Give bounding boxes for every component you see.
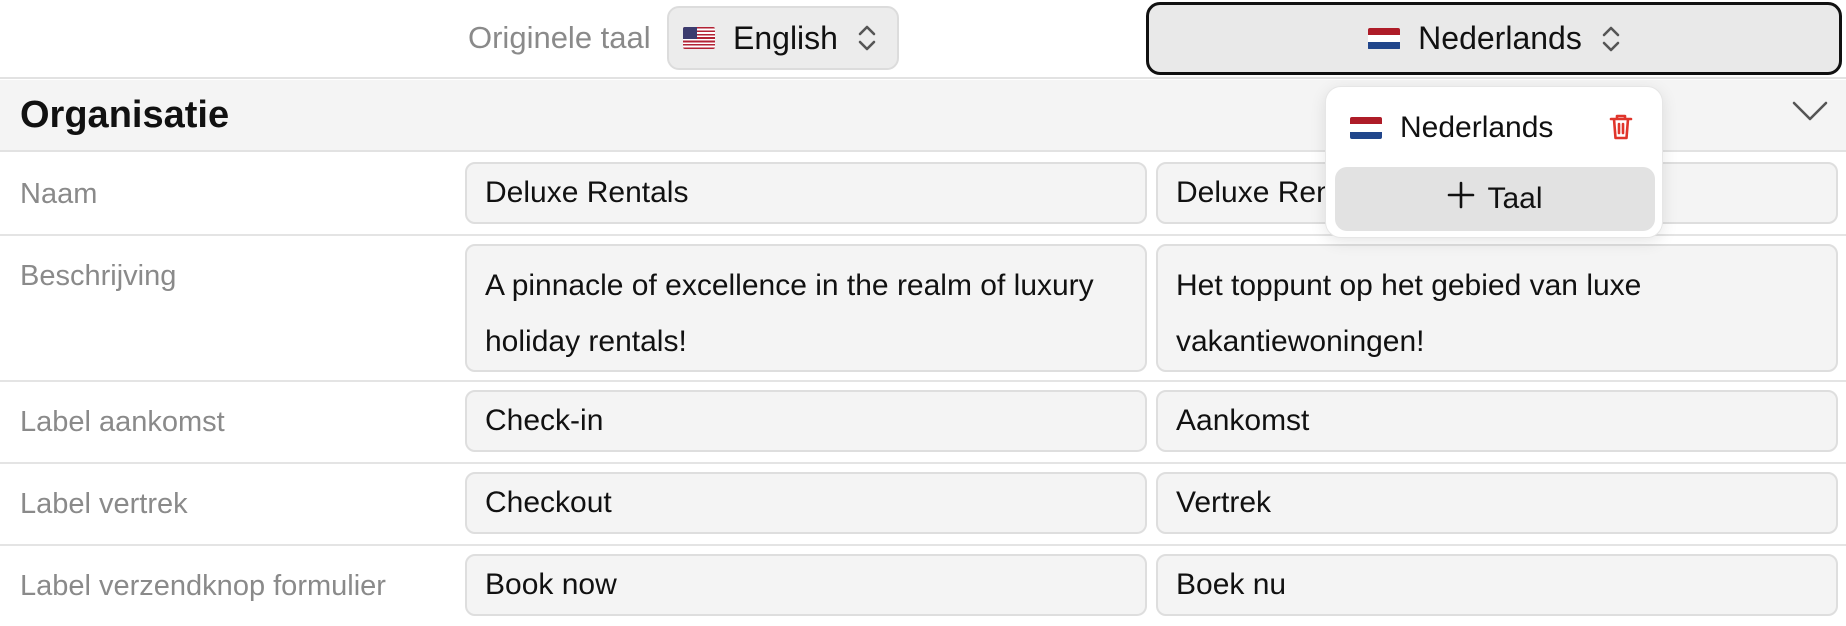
translation-text-field[interactable]: Het toppunt op het gebied van luxe vakan… [1156,244,1838,372]
chevron-up-down-icon [858,24,876,52]
original-language-value: English [733,19,838,56]
row-label: Beschrijving [20,260,177,292]
target-language-select[interactable]: Nederlands [1146,2,1842,75]
chevron-up-down-icon [1602,25,1620,53]
row-label: Label vertrek [20,488,188,520]
chevron-down-icon[interactable] [1792,100,1828,127]
table-row: Beschrijving A pinnacle of excellence in… [0,236,1846,382]
original-language-select[interactable]: English [667,6,899,70]
language-dropdown-menu: Nederlands Taal [1325,86,1663,238]
translation-text-field[interactable]: Aankomst [1156,390,1838,452]
translation-text-field[interactable]: Vertrek [1156,472,1838,534]
target-language-value: Nederlands [1418,20,1582,56]
original-text-field[interactable]: A pinnacle of excellence in the realm of… [465,244,1147,372]
us-flag-icon [683,27,715,49]
translation-text-field[interactable]: Boek nu [1156,554,1838,616]
language-bar: Originele taal English Nederlands [0,0,1846,79]
trash-icon[interactable] [1609,113,1633,146]
original-text-field[interactable]: Check-in [465,390,1147,452]
original-text-field[interactable]: Checkout [465,472,1147,534]
translation-editor: Originele taal English Nederlands Organi… [0,0,1846,626]
add-language-label: Taal [1487,182,1543,215]
section-title: Organisatie [20,94,230,136]
row-label: Label verzendknop formulier [20,570,386,602]
original-text-field[interactable]: Deluxe Rentals [465,162,1147,224]
nl-flag-icon [1368,27,1401,50]
table-row: Label vertrek Checkout Vertrek [0,464,1846,546]
dropdown-item-nederlands[interactable]: Nederlands [1350,103,1640,153]
dropdown-item-label: Nederlands [1400,111,1554,144]
table-row: Label aankomst Check-in Aankomst [0,382,1846,464]
row-label: Label aankomst [20,406,225,438]
nl-flag-icon [1350,117,1382,139]
row-label: Naam [20,178,98,210]
original-text-field[interactable]: Book now [465,554,1147,616]
add-language-button[interactable]: Taal [1335,167,1655,231]
plus-icon [1447,181,1475,217]
original-language-label: Originele taal [468,20,651,55]
table-row: Label verzendknop formulier Book now Boe… [0,546,1846,626]
